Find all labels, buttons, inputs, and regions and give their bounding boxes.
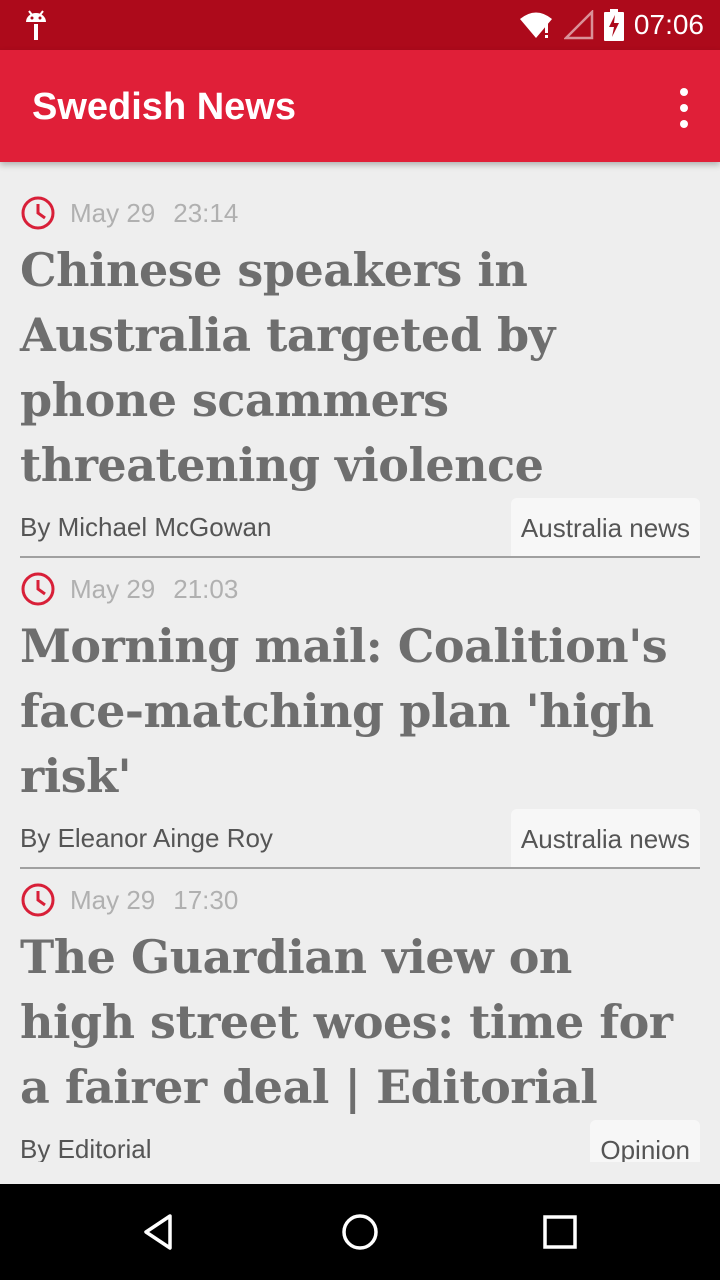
- article-card[interactable]: May 29 21:03 Morning mail: Coalition's f…: [20, 558, 700, 869]
- app-title: Swedish News: [32, 86, 296, 128]
- article-byline: By Eleanor Ainge Roy: [20, 823, 273, 853]
- status-time: 07:06: [633, 9, 704, 40]
- signal-icon: [563, 10, 594, 40]
- article-headline[interactable]: Chinese speakers in Australia targeted b…: [20, 238, 700, 498]
- article-headline[interactable]: The Guardian view on high street woes: t…: [20, 925, 700, 1120]
- article-time: 23:14: [173, 197, 239, 228]
- status-bar: 07:06: [0, 0, 720, 50]
- home-icon[interactable]: [332, 1204, 388, 1260]
- category-tag[interactable]: Australia news: [510, 809, 700, 867]
- more-vert-icon[interactable]: [676, 88, 692, 128]
- article-date: May 29: [70, 884, 156, 915]
- article-meta: May 29 21:03: [20, 564, 700, 614]
- category-tag[interactable]: Australia news: [510, 498, 700, 556]
- android-icon: [26, 10, 46, 40]
- article-card[interactable]: May 29 17:30 The Guardian view on high s…: [20, 869, 700, 1162]
- battery-charging-icon: [603, 9, 624, 41]
- article-card[interactable]: May 29 23:14 Chinese speakers in Austral…: [20, 162, 700, 558]
- article-byline: By Michael McGowan: [20, 512, 272, 542]
- category-tag[interactable]: Opinion: [590, 1120, 700, 1162]
- clock-icon: [21, 572, 55, 606]
- article-headline[interactable]: Morning mail: Coalition's face-matching …: [20, 614, 700, 809]
- recents-icon[interactable]: [532, 1204, 588, 1260]
- back-icon[interactable]: [132, 1204, 188, 1260]
- article-meta: May 29 23:14: [20, 188, 700, 238]
- news-feed[interactable]: May 29 23:14 Chinese speakers in Austral…: [0, 162, 720, 1162]
- article-meta: May 29 17:30: [20, 875, 700, 925]
- app-bar: Swedish News: [0, 50, 720, 162]
- wifi-icon: [519, 12, 552, 38]
- navigation-bar: [0, 1184, 720, 1280]
- clock-icon: [21, 196, 55, 230]
- article-date: May 29: [70, 573, 156, 604]
- article-time: 17:30: [173, 884, 239, 915]
- article-time: 21:03: [173, 573, 239, 604]
- article-date: May 29: [70, 197, 156, 228]
- article-byline: By Editorial: [20, 1134, 152, 1162]
- clock-icon: [21, 883, 55, 917]
